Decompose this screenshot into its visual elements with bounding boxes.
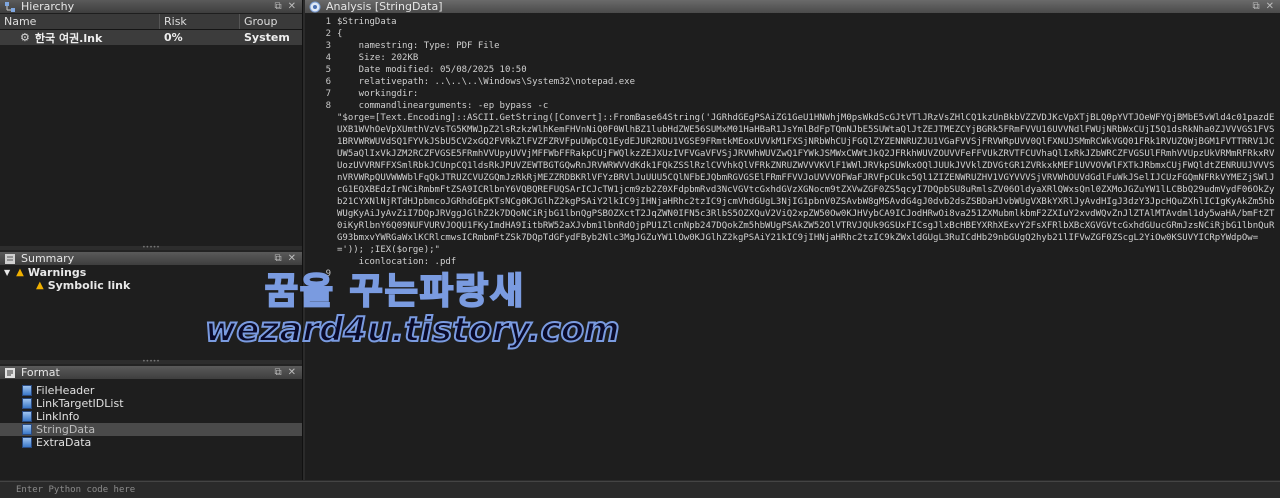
format-panel: Format ⧉ ✕ FileHeader LinkTargetIDList Li… [0, 366, 302, 480]
summary-panel: Summary ⧉ ✕ ▼ ▲ Warnings ▲ Symbolic link [0, 252, 302, 360]
splitter[interactable]: ••••• [0, 245, 302, 251]
document-icon [22, 398, 32, 409]
hierarchy-title: Hierarchy [21, 0, 75, 13]
line-number-gutter: 1 2 3 4 5 6 7 8 9 [325, 17, 331, 279]
splitter[interactable]: ••••• [0, 359, 302, 365]
format-item-stringdata[interactable]: StringData [0, 423, 302, 436]
code-line: workingdir: [337, 89, 419, 99]
column-risk[interactable]: Risk [160, 14, 240, 29]
code-line: Date modified: 05/08/2025 10:50 [337, 65, 527, 75]
gear-icon: ⚙ [20, 31, 30, 44]
document-icon [22, 385, 32, 396]
format-title: Format [21, 366, 60, 379]
left-pane: Hierarchy ⧉ ✕ Name Risk Group ⚙ 한국 여권.lnk… [0, 0, 303, 480]
code-lines: $StringData { namestring: Type: PDF File… [337, 16, 1277, 268]
warning-item-label: Symbolic link [47, 279, 131, 292]
code-line: $StringData [337, 17, 397, 27]
payload-string: "$orge=[Text.Encoding]::ASCII.GetString(… [337, 113, 1275, 255]
hierarchy-panel: Hierarchy ⧉ ✕ Name Risk Group ⚙ 한국 여권.lnk… [0, 0, 302, 246]
close-icon[interactable]: ✕ [288, 1, 296, 12]
code-line: iconlocation: .pdf [337, 257, 457, 267]
close-icon[interactable]: ✕ [288, 253, 296, 264]
warning-icon: ▲ [16, 267, 24, 278]
summary-titlebar: Summary ⧉ ✕ [0, 252, 302, 266]
format-titlebar: Format ⧉ ✕ [0, 366, 302, 380]
format-item-linktargetidlist[interactable]: LinkTargetIDList [0, 397, 302, 410]
analysis-title: Analysis [StringData] [326, 0, 443, 13]
row-group: System [244, 31, 290, 44]
warning-icon: ▲ [36, 280, 44, 291]
analysis-titlebar: Analysis [StringData] ⧉ ✕ [305, 0, 1280, 14]
float-icon[interactable]: ⧉ [1252, 1, 1259, 12]
python-console-input[interactable]: Enter Python code here [0, 481, 1280, 497]
warning-item[interactable]: ▲ Symbolic link [0, 279, 302, 292]
analysis-icon [309, 1, 321, 13]
code-editor[interactable]: 1 2 3 4 5 6 7 8 9 $StringData { namestri… [305, 16, 1280, 480]
code-line: { [337, 29, 343, 39]
code-line: relativepath: ..\..\..\Windows\System32\… [337, 77, 636, 87]
code-line: Size: 202KB [337, 53, 419, 63]
hierarchy-header: Name Risk Group [0, 14, 302, 30]
code-line: namestring: Type: PDF File [337, 41, 500, 51]
warnings-label: Warnings [27, 266, 87, 279]
close-icon[interactable]: ✕ [288, 367, 296, 378]
format-item-fileheader[interactable]: FileHeader [0, 384, 302, 397]
float-icon[interactable]: ⧉ [274, 367, 281, 378]
summary-title: Summary [21, 252, 75, 265]
document-icon [22, 424, 32, 435]
warnings-node[interactable]: ▼ ▲ Warnings [0, 266, 302, 279]
float-icon[interactable]: ⧉ [274, 253, 281, 264]
format-item-linkinfo[interactable]: LinkInfo [0, 410, 302, 423]
column-group[interactable]: Group [240, 14, 302, 29]
float-icon[interactable]: ⧉ [274, 1, 281, 12]
summary-icon [4, 253, 16, 265]
chevron-down-icon[interactable]: ▼ [4, 266, 10, 279]
column-name[interactable]: Name [0, 14, 160, 29]
row-risk: 0% [164, 31, 183, 44]
document-icon [22, 437, 32, 448]
hierarchy-titlebar: Hierarchy ⧉ ✕ [0, 0, 302, 14]
format-icon [4, 367, 16, 379]
code-line: commandlinearguments: -ep bypass -c [337, 101, 549, 111]
close-icon[interactable]: ✕ [1266, 1, 1274, 12]
analysis-panel: Analysis [StringData] ⧉ ✕ 1 2 3 4 5 6 7 8… [305, 0, 1280, 480]
table-row[interactable]: ⚙ 한국 여권.lnk 0% System [0, 30, 302, 45]
hierarchy-icon [4, 1, 16, 13]
document-icon [22, 411, 32, 422]
row-name: 한국 여권.lnk [34, 31, 103, 45]
format-item-extradata[interactable]: ExtraData [0, 436, 302, 449]
